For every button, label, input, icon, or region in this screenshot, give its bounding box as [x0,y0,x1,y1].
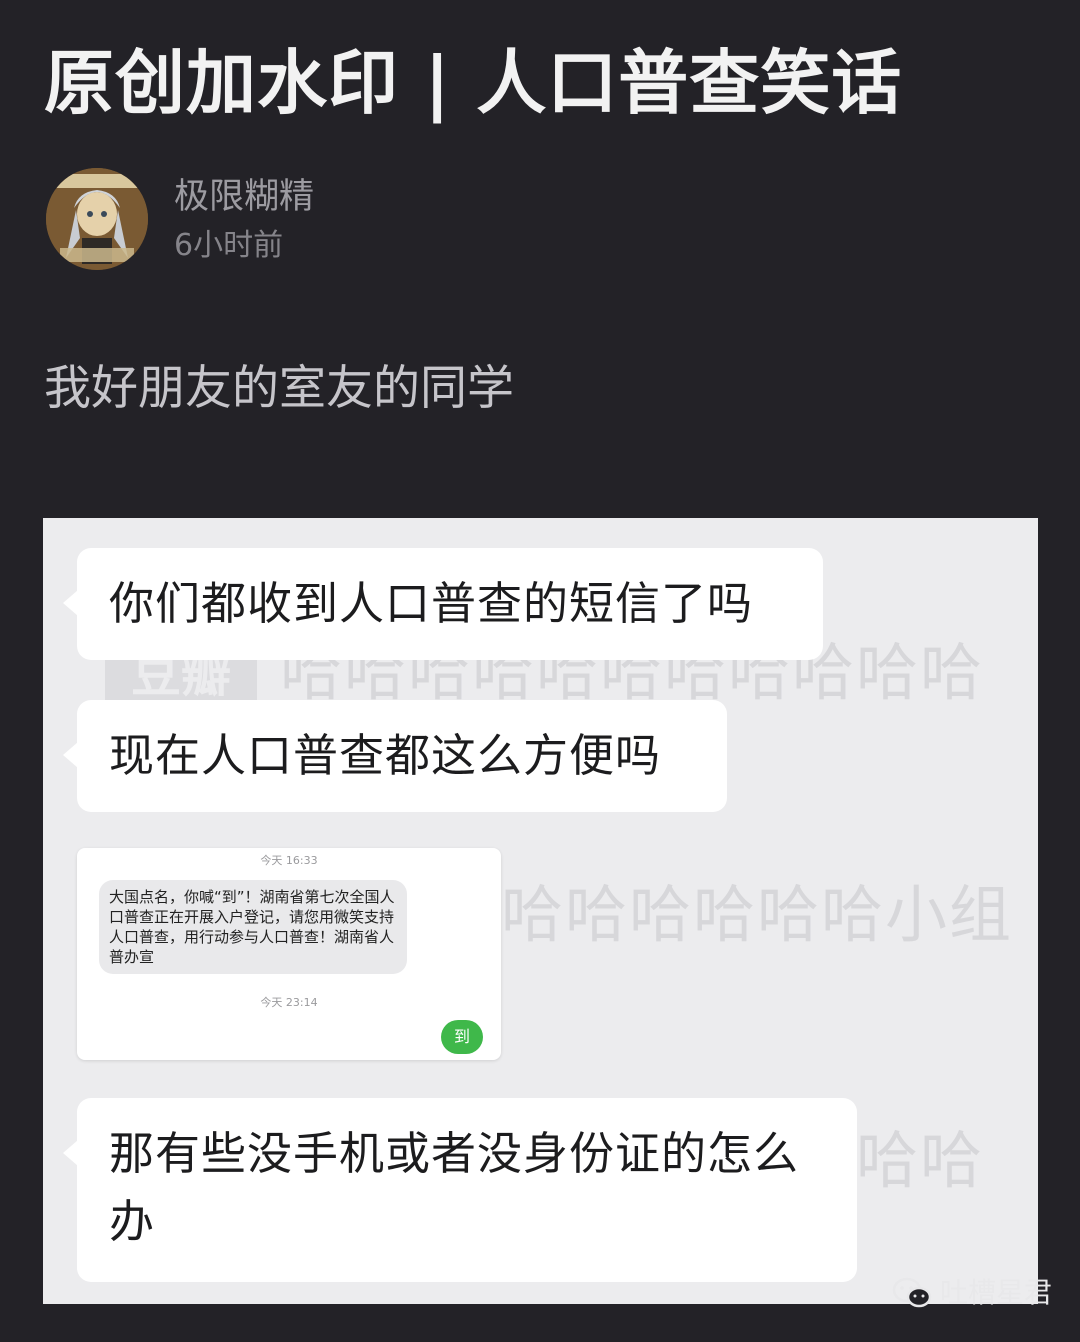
chat-message-text: 那有些没手机或者没身份证的怎么办 [109,1127,800,1248]
chat-bubble-incoming: 现在人口普查都这么方便吗 [63,700,727,812]
author-avatar[interactable] [46,168,148,270]
post-body-text: 我好朋友的室友的同学 [44,361,514,416]
chat-bubble-incoming: 你们都收到人口普查的短信了吗 [63,548,823,660]
post-timestamp: 6小时前 [174,228,284,263]
sms-bubble: 大国点名，你喊“到”！湖南省第七次全国人口普查正在开展入户登记，请您用微笑支持人… [99,880,407,974]
sms-timestamp: 今天 16:33 [260,854,318,867]
chat-bubble-incoming: 那有些没手机或者没身份证的怎么办 [63,1098,857,1282]
author-name[interactable]: 极限糊精 [174,172,314,222]
sms-reply-bubble: 到 [441,1020,483,1054]
chat-screenshot-image: 哈哈哈哈哈哈哈哈哈哈哈 豆瓣 哈哈哈哈哈哈哈哈小组 哈哈哈哈哈哈哈哈哈哈哈 你们… [43,518,1038,1304]
sms-timestamp: 今天 23:14 [260,996,318,1009]
chat-message-text: 你们都收到人口普查的短信了吗 [109,577,754,630]
footer-brand: 吐槽星君 [892,1268,1052,1318]
avatar-illustration [46,168,148,270]
chat-message-text: 现在人口普查都这么方便吗 [109,729,662,782]
footer-brand-name: 吐槽星君 [940,1276,1053,1309]
chat-image-message: 今天 16:33 大国点名，你喊“到”！湖南省第七次全国人口普查正在开展入户登记… [77,848,501,1060]
post-title: 原创加水印 | 人口普查笑话 [44,42,903,124]
wechat-icon [892,1277,932,1308]
